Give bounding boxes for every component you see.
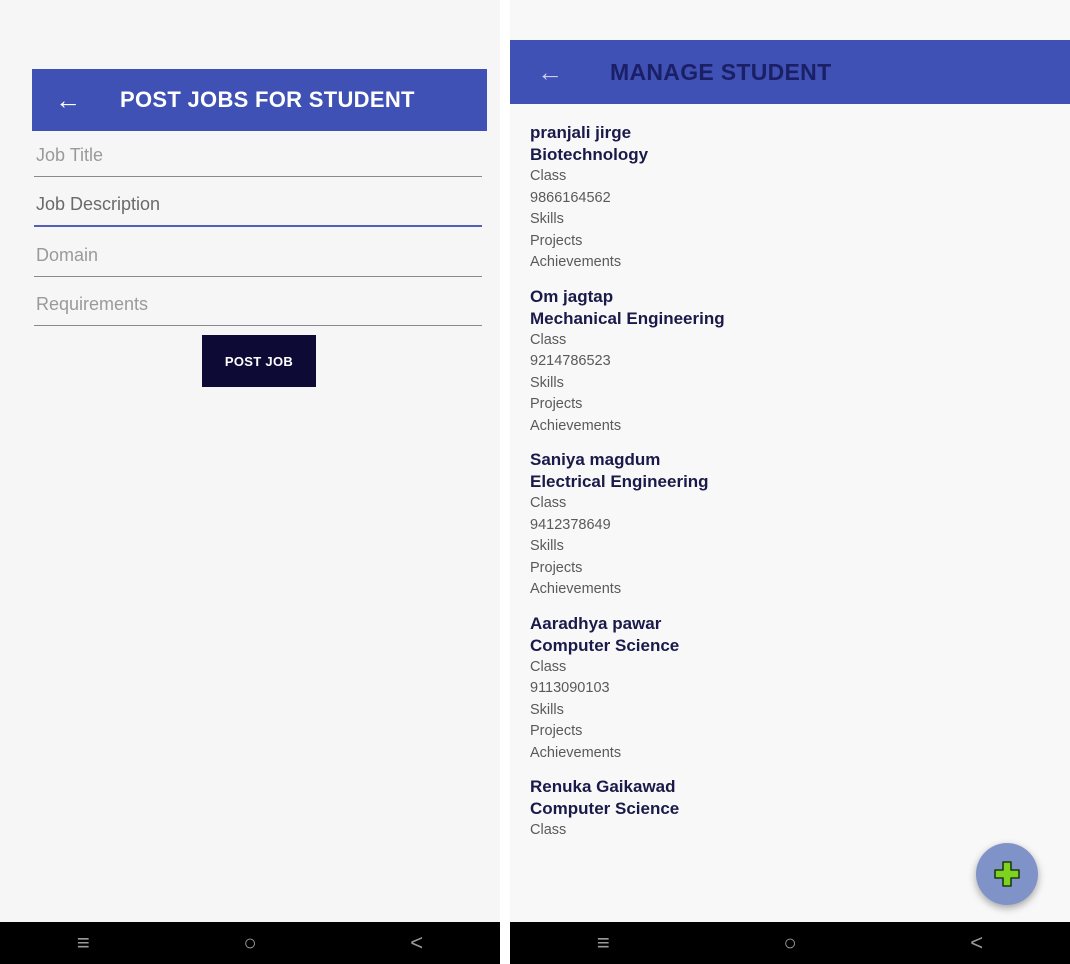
requirements-input[interactable] xyxy=(34,285,486,323)
page-title: POST JOBS FOR STUDENT xyxy=(120,87,415,112)
student-phone: 9866164562 xyxy=(530,189,611,206)
system-nav-bar: ≡ ○ < xyxy=(510,922,1070,964)
student-card[interactable]: Aaradhya pawar Computer Science Class 91… xyxy=(530,613,960,765)
app-bar: ← POST JOBS FOR STUDENT xyxy=(32,69,487,131)
student-projects: Projects xyxy=(530,723,583,739)
menu-icon[interactable]: ≡ xyxy=(53,930,113,956)
nav-back-icon[interactable]: < xyxy=(947,930,1007,956)
requirements-field[interactable] xyxy=(34,285,486,326)
post-jobs-screen: ← POST JOBS FOR STUDENT POST JOB ≡ ○ < xyxy=(0,0,500,964)
student-branch: Computer Science xyxy=(530,799,680,818)
menu-icon[interactable]: ≡ xyxy=(573,930,633,956)
student-name: Renuka Gaikawad xyxy=(530,777,676,796)
job-title-field[interactable] xyxy=(34,136,486,177)
student-phone: 9214786523 xyxy=(530,353,611,369)
student-class: Class xyxy=(530,822,567,838)
domain-input[interactable] xyxy=(34,236,486,274)
student-list: pranjali jirge Biotechnology Class 98661… xyxy=(530,122,960,854)
job-description-field[interactable] xyxy=(34,185,486,227)
job-title-input[interactable] xyxy=(34,136,486,174)
student-name: Aaradhya pawar xyxy=(530,613,662,633)
student-skills: Skills xyxy=(530,538,564,554)
student-card[interactable]: Saniya magdum Electrical Engineering Cla… xyxy=(530,449,960,601)
student-projects: Projects xyxy=(530,232,583,249)
home-icon[interactable]: ○ xyxy=(220,930,280,956)
student-name: Saniya magdum xyxy=(530,450,661,469)
student-achievements: Achievements xyxy=(530,581,622,597)
student-branch: Electrical Engineering xyxy=(530,472,709,491)
student-phone: 9412378649 xyxy=(530,516,611,533)
student-class: Class xyxy=(530,658,567,675)
student-skills: Skills xyxy=(530,211,564,227)
app-bar: ← MANAGE STUDENT xyxy=(510,40,1070,104)
student-class: Class xyxy=(530,168,567,184)
student-name: Om jagtap xyxy=(530,286,614,306)
student-branch: Mechanical Engineering xyxy=(530,308,725,328)
add-student-button[interactable] xyxy=(976,843,1038,905)
student-class: Class xyxy=(530,331,567,348)
student-name: pranjali jirge xyxy=(530,123,632,142)
student-phone: 9113090103 xyxy=(530,680,610,696)
student-card[interactable]: pranjali jirge Biotechnology Class 98661… xyxy=(530,122,960,274)
manage-student-screen: ← MANAGE STUDENT pranjali jirge Biotechn… xyxy=(510,0,1070,964)
system-nav-bar: ≡ ○ < xyxy=(0,922,500,964)
home-icon[interactable]: ○ xyxy=(760,930,820,956)
student-card[interactable]: Om jagtap Mechanical Engineering Class 9… xyxy=(530,286,960,438)
job-description-input[interactable] xyxy=(34,185,486,223)
student-class: Class xyxy=(530,495,567,511)
student-branch: Computer Science xyxy=(530,635,680,655)
domain-field[interactable] xyxy=(34,236,486,277)
post-job-button[interactable]: POST JOB xyxy=(202,335,316,387)
nav-back-icon[interactable]: < xyxy=(387,930,447,956)
student-skills: Skills xyxy=(530,701,564,718)
plus-icon xyxy=(994,861,1020,887)
back-arrow-icon[interactable]: ← xyxy=(520,57,580,88)
student-achievements: Achievements xyxy=(530,417,622,434)
back-arrow-icon[interactable]: ← xyxy=(38,85,98,116)
student-achievements: Achievements xyxy=(530,254,622,270)
page-title: MANAGE STUDENT xyxy=(610,58,832,85)
student-card[interactable]: Renuka Gaikawad Computer Science Class xyxy=(530,776,960,842)
student-projects: Projects xyxy=(530,559,583,576)
student-branch: Biotechnology xyxy=(530,145,649,164)
student-projects: Projects xyxy=(530,396,583,412)
student-achievements: Achievements xyxy=(530,744,622,761)
status-bar xyxy=(510,0,1070,40)
student-skills: Skills xyxy=(530,374,564,391)
status-bar xyxy=(0,0,500,40)
